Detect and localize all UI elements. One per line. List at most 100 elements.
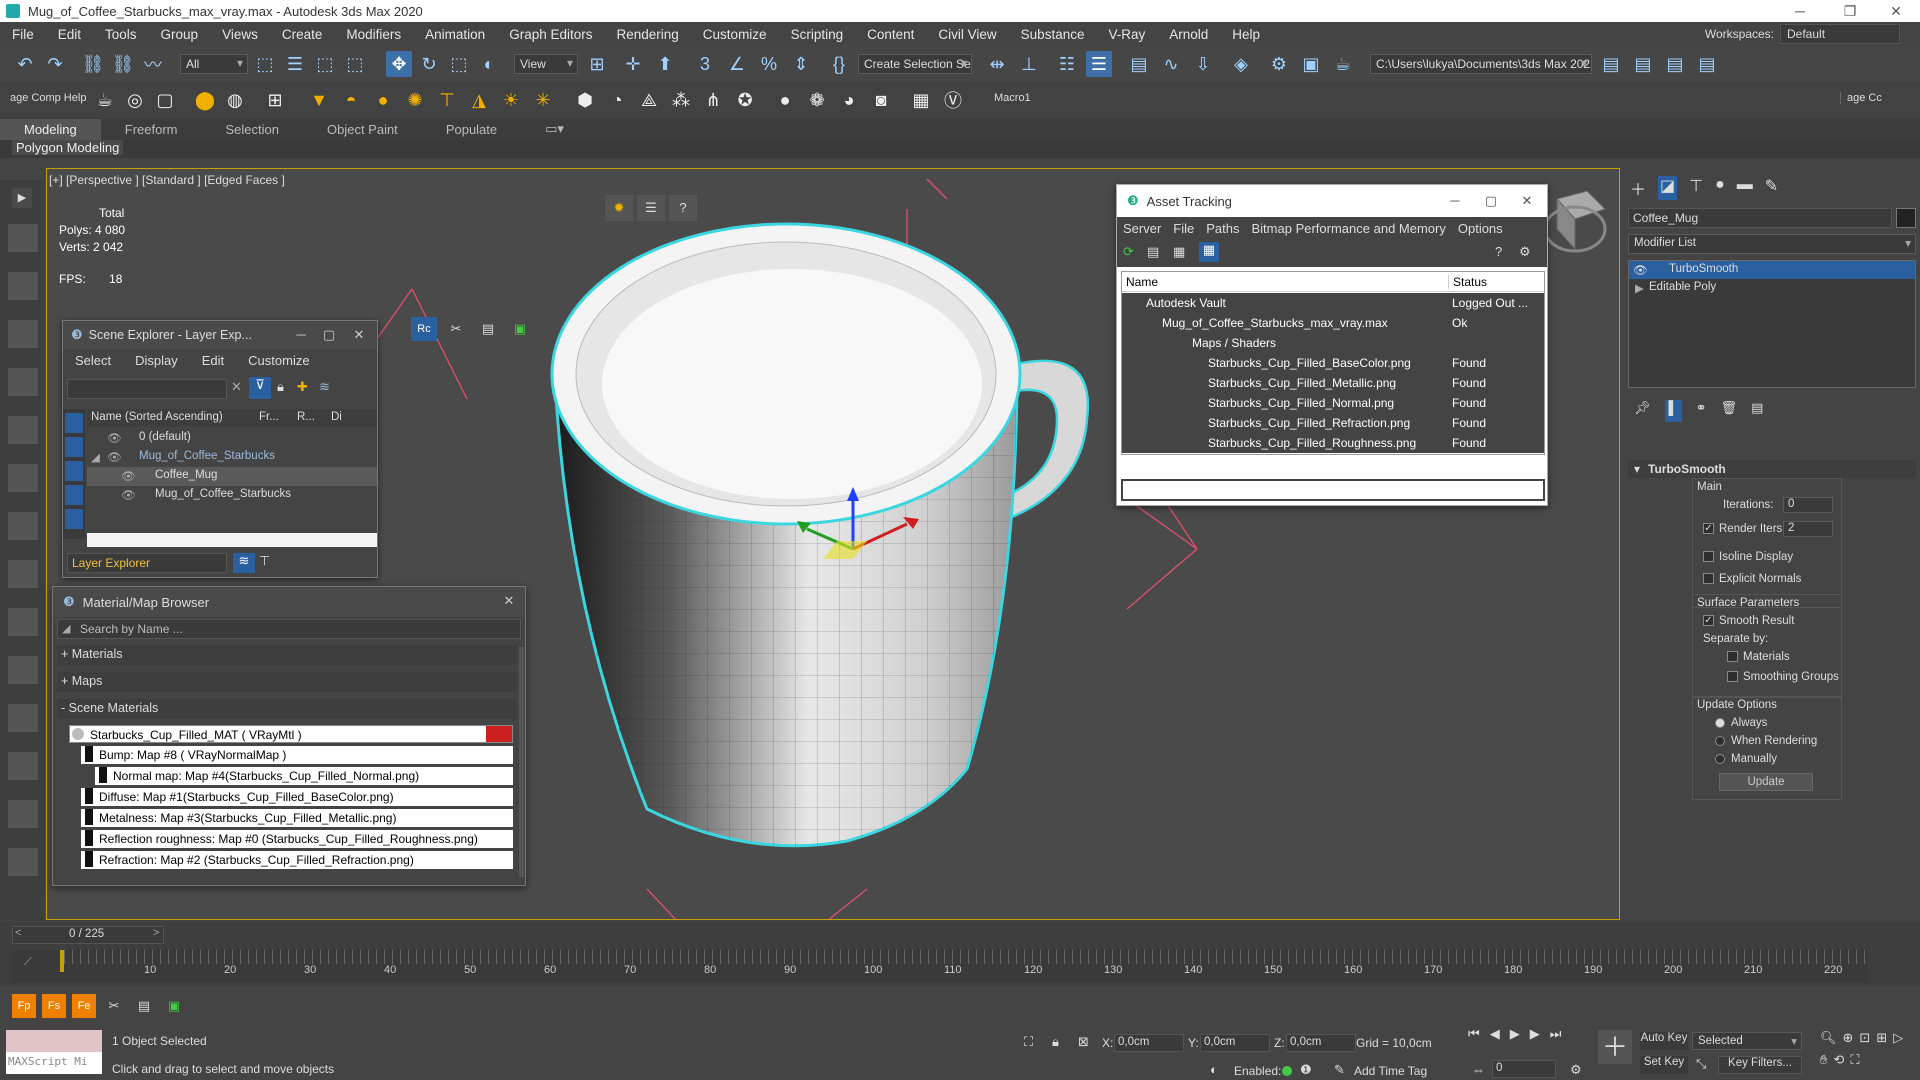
layer-mode-icon[interactable]: ≋ xyxy=(233,553,255,573)
asset-row[interactable]: Autodesk Vault Logged Out ... xyxy=(1122,293,1544,313)
asset-help-icon[interactable]: ? xyxy=(1495,244,1502,259)
left-tool-2-icon[interactable] xyxy=(8,272,38,300)
smoothing-groups-checkbox[interactable] xyxy=(1727,671,1738,683)
asset-tracking-titlebar[interactable]: ❸ Asset Tracking ─ ▢ ✕ xyxy=(1117,185,1547,217)
asset-col-status[interactable]: Status xyxy=(1448,275,1487,289)
snap-toggle-icon[interactable]: 3 xyxy=(692,51,718,77)
ies-light-icon[interactable]: ✺ xyxy=(402,87,428,113)
fs-icon[interactable]: Fs xyxy=(42,994,66,1018)
sun-icon[interactable]: ☀ xyxy=(498,87,524,113)
tree-row[interactable]: 👁︎ Mug_of_Coffee_Starbucks xyxy=(87,486,377,505)
left-tool-1-icon[interactable] xyxy=(8,224,38,252)
menu-civil-view[interactable]: Civil View xyxy=(926,27,1008,42)
map-row[interactable]: Refraction: Map #2 (Starbucks_Cup_Filled… xyxy=(81,851,513,869)
absolute-mode-icon[interactable]: ⊠ xyxy=(1078,1034,1089,1050)
menu-animation[interactable]: Animation xyxy=(413,27,497,42)
menu-substance[interactable]: Substance xyxy=(1009,27,1097,42)
object-name-field[interactable]: Coffee_Mug xyxy=(1628,208,1892,228)
tree-row[interactable]: ◢ 👁︎ Mug_of_Coffee_Starbucks xyxy=(87,448,377,467)
viewport-menu-icon[interactable]: ☰ xyxy=(637,195,665,221)
map-row[interactable]: Metalness: Map #3(Starbucks_Cup_Filled_M… xyxy=(81,809,513,827)
explorer-menu-select[interactable]: Select xyxy=(63,353,123,368)
time-tag-icon[interactable]: ✎ xyxy=(1334,1062,1345,1078)
time-next-icon[interactable]: > xyxy=(153,927,159,939)
asset-minimize-icon[interactable]: ─ xyxy=(1437,185,1473,213)
hierarchy-icon[interactable]: ⊤ xyxy=(259,553,270,569)
undo-icon[interactable]: ↶ xyxy=(12,51,38,77)
torus-icon[interactable]: ◎ xyxy=(122,87,148,113)
menu-rendering[interactable]: Rendering xyxy=(605,27,691,42)
viewcube[interactable] xyxy=(1543,190,1607,253)
set-key-big-icon[interactable]: ＋ xyxy=(1598,1030,1632,1064)
refresh-icon[interactable]: ⟳ xyxy=(1123,244,1134,260)
lights-toolbar-icon[interactable]: ◙ xyxy=(868,87,894,113)
render-production-icon[interactable]: ☕ xyxy=(1330,51,1356,77)
tab-freeform[interactable]: Freeform xyxy=(101,119,202,140)
modify-tab-icon[interactable]: ◪ xyxy=(1658,176,1678,200)
asset-row[interactable]: Maps / Shaders xyxy=(1122,333,1544,353)
z-coordinate-field[interactable]: 0,0cm xyxy=(1286,1034,1356,1052)
left-tool-6-icon[interactable] xyxy=(8,464,38,492)
maxscript-mini[interactable]: MAXScript Mi xyxy=(6,1052,102,1074)
collapse-icon[interactable]: ◢ xyxy=(91,450,100,464)
polygon-modeling-panel[interactable]: Polygon Modeling xyxy=(12,140,124,155)
adaptive-degradation-icon[interactable]: ◐ xyxy=(1210,1062,1218,1077)
info-icon[interactable]: ❶ xyxy=(1300,1062,1312,1078)
map-row[interactable]: Reflection roughness: Map #0 (Starbucks_… xyxy=(81,830,513,848)
display-lights-icon[interactable] xyxy=(65,461,83,481)
list-view-icon[interactable]: ▤ xyxy=(1147,244,1159,260)
selection-filter-dropdown[interactable]: All xyxy=(180,54,248,74)
visible-icon[interactable]: 👁︎ xyxy=(121,488,136,502)
vray-toolbar-icon[interactable]: ✪ xyxy=(732,87,758,113)
search-expand-icon[interactable]: ◢ xyxy=(62,622,70,635)
menu-graph-editors[interactable]: Graph Editors xyxy=(497,27,604,42)
menu-customize[interactable]: Customize xyxy=(691,27,779,42)
explorer-scrollbar[interactable] xyxy=(87,533,377,547)
asset-row[interactable]: Starbucks_Cup_Filled_Metallic.png Found xyxy=(1122,373,1544,393)
left-tool-3-icon[interactable] xyxy=(8,320,38,348)
new-project-icon[interactable]: ▤ xyxy=(1662,51,1688,77)
sphere-icon[interactable]: ◍ xyxy=(222,87,248,113)
mirror-icon[interactable]: ⇹ xyxy=(984,51,1010,77)
spinner-snap-icon[interactable]: ⇕ xyxy=(788,51,814,77)
asset-menu-file[interactable]: File xyxy=(1167,221,1200,236)
hierarchy-tab-icon[interactable]: ⊤ xyxy=(1689,176,1703,200)
list-icon[interactable]: ▤ xyxy=(475,317,501,341)
left-tool-5-icon[interactable] xyxy=(8,416,38,444)
sphere-light-icon[interactable]: ● xyxy=(370,87,396,113)
object-color-swatch[interactable] xyxy=(1896,208,1916,228)
rc-icon[interactable]: Rc xyxy=(411,317,437,341)
left-tool-8-icon[interactable] xyxy=(8,560,38,588)
always-radio[interactable] xyxy=(1715,717,1725,729)
unlink-icon[interactable]: ⛓ xyxy=(110,51,136,77)
display-geometry-icon[interactable] xyxy=(65,437,83,457)
minimize-icon[interactable]: ─ xyxy=(1780,0,1820,22)
stack-item-turbosmooth[interactable]: 👁︎ TurboSmooth xyxy=(1629,261,1915,279)
named-selection-dropdown[interactable]: Create Selection Se xyxy=(858,54,972,74)
menu-tools[interactable]: Tools xyxy=(93,27,149,42)
keyboard-shortcut-icon[interactable]: ⬆ xyxy=(652,51,678,77)
tree-label[interactable]: 0 (default) xyxy=(139,431,191,443)
fur-icon[interactable]: ◔ xyxy=(604,87,630,113)
iterations-spinner[interactable]: 0 xyxy=(1783,497,1833,513)
menu-content[interactable]: Content xyxy=(855,27,926,42)
isolate-icon[interactable]: ⛶ xyxy=(1024,1034,1033,1050)
tab-modeling[interactable]: Modeling xyxy=(0,118,101,140)
select-rotate-icon[interactable]: ↻ xyxy=(416,51,442,77)
add-time-tag[interactable]: Add Time Tag xyxy=(1354,1064,1427,1078)
filter-icon[interactable]: ⊽ xyxy=(249,377,271,399)
clear-search-icon[interactable]: ✕ xyxy=(231,379,242,395)
select-scale-icon[interactable]: ⬚ xyxy=(446,51,472,77)
asset-row[interactable]: Starbucks_Cup_Filled_Roughness.png Found xyxy=(1122,433,1544,453)
visible-icon[interactable]: 👁︎ xyxy=(107,431,122,445)
vray-v-icon[interactable]: Ⓥ xyxy=(940,87,966,113)
track-bar[interactable]: ⟋ 10 20 30 40 50 60 70 80 90 100 110 120… xyxy=(12,950,1868,982)
render-iters-checkbox[interactable]: ✓ xyxy=(1703,523,1714,535)
display-helpers-icon[interactable] xyxy=(65,509,83,529)
reference-coordinate-dropdown[interactable]: View xyxy=(514,54,578,74)
omni-light-icon[interactable]: ▼ xyxy=(306,87,332,113)
go-to-start-icon[interactable]: ⏮ xyxy=(1468,1026,1480,1042)
show-end-result-icon[interactable]: ▌ xyxy=(1664,400,1682,422)
set-key-button[interactable]: Set Key xyxy=(1640,1056,1688,1074)
toggle-scene-explorer-icon[interactable]: ☷ xyxy=(1054,51,1080,77)
